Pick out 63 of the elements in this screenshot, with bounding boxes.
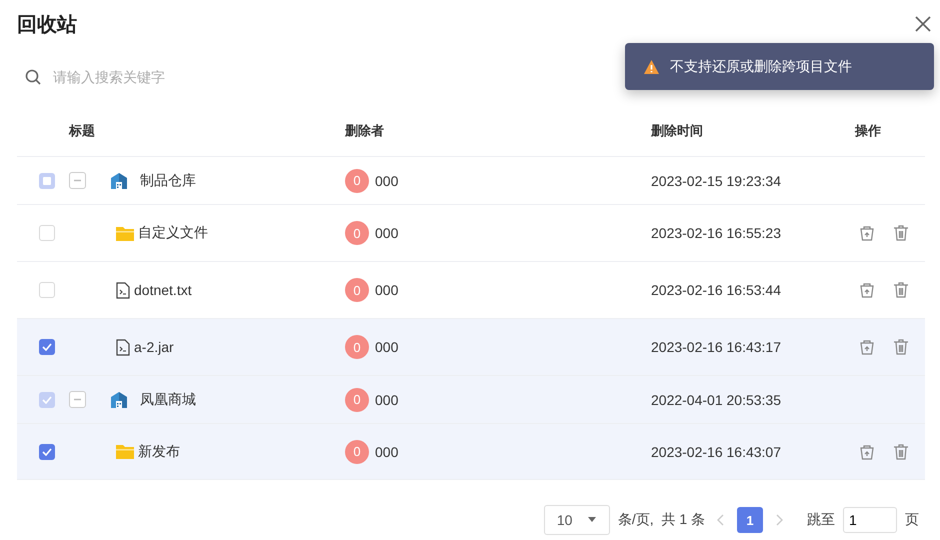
user-avatar: 0 [345,440,369,464]
user-avatar: 0 [345,168,369,192]
search-icon [25,69,41,85]
delete-button[interactable] [892,224,910,242]
folder-icon [116,226,134,240]
user-avatar: 0 [345,278,369,302]
delete-time: 2023-02-16 16:43:07 [651,444,782,460]
page-summary: 条/页, 共 1 条 [618,511,705,529]
user-avatar: 0 [345,335,369,359]
delete-time: 2023-02-16 16:53:44 [651,282,782,298]
file-icon [116,338,130,356]
item-title: dotnet.txt [134,282,192,298]
file-icon [116,282,130,298]
row-checkbox[interactable] [39,282,55,298]
restore-button[interactable] [858,338,876,356]
item-title: 制品仓库 [140,172,196,190]
deleter-name: 000 [375,444,398,460]
column-header: 标题 [69,122,96,140]
row-checkbox[interactable] [39,444,55,460]
jump-label: 跳至 [807,511,835,529]
table-row[interactable]: 新发布 0 000 2023-02-16 16:43:07 [17,424,925,480]
delete-time: 2023-02-15 19:23:34 [651,172,782,188]
dialog-title: 回收站 [17,12,77,38]
delete-time: 2023-02-16 16:55:23 [651,225,782,241]
toast-message: 不支持还原或删除跨项目文件 [670,58,852,76]
deleter-name: 000 [375,172,398,188]
check-icon [42,396,52,404]
page-size-select[interactable]: 10 [544,505,610,535]
column-header: 删除者 [345,122,385,140]
check-icon [42,448,52,456]
delete-button[interactable] [892,281,910,299]
warehouse-icon [110,390,128,408]
item-title: a-2.jar [134,339,174,355]
close-button[interactable] [913,14,933,34]
item-title: 凤凰商城 [140,390,196,408]
column-header: 删除时间 [651,122,704,140]
delete-button[interactable] [892,338,910,356]
caret-icon [586,517,597,523]
page-input[interactable]: 1 [843,507,897,533]
item-title: 新发布 [138,442,180,460]
page-button[interactable]: 1 [737,507,763,533]
item-title: 自定义文件 [138,224,208,242]
row-checkbox[interactable] [39,339,55,355]
restore-button[interactable] [858,224,876,242]
page-unit: 页 [905,511,919,529]
deleter-name: 000 [375,392,398,408]
delete-button[interactable] [892,442,910,460]
deleter-name: 000 [375,225,398,241]
warning-icon [643,58,660,74]
restore-button[interactable] [858,281,876,299]
restore-button[interactable] [858,442,876,460]
delete-time: 2022-04-01 20:53:35 [651,392,782,408]
user-avatar: 0 [345,221,369,245]
deleter-name: 000 [375,282,398,298]
column-header: 操作 [855,122,882,140]
deleter-name: 000 [375,339,398,355]
delete-time: 2023-02-16 16:43:17 [651,339,782,355]
folder-icon [116,444,134,459]
row-checkbox[interactable] [39,225,55,241]
warehouse-icon [110,172,128,190]
user-avatar: 0 [345,388,369,412]
table-row[interactable]: a-2.jar 0 000 2023-02-16 16:43:17 [17,319,925,376]
check-icon [42,343,52,351]
